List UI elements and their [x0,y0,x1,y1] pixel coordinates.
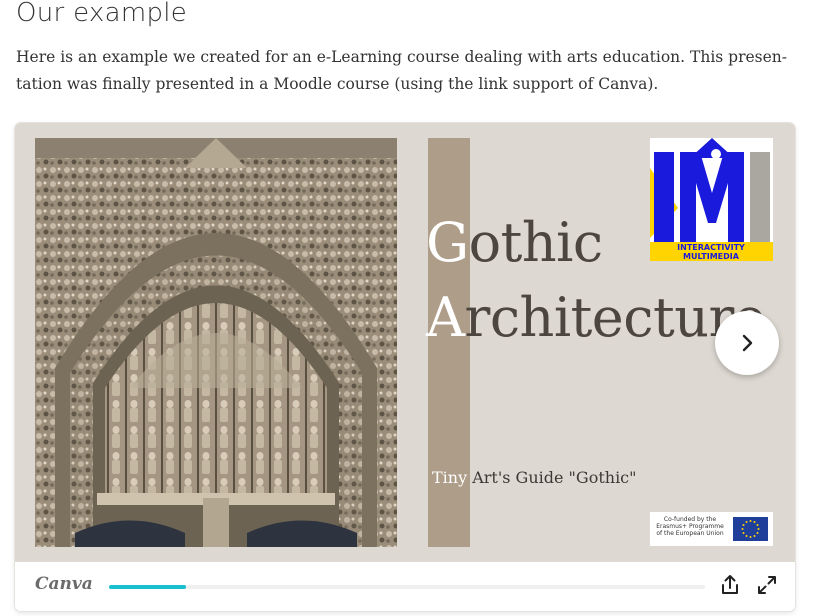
subtitle-highlight: Tiny [432,468,468,487]
eu-text-line3: of the European Union [656,530,724,537]
slide-subtitle: Tiny Art's Guide "Gothic" [432,468,637,487]
section-heading: Our example [16,0,188,28]
intro-paragraph: Here is an example we created for an e-L… [16,48,788,93]
title-initial-a: A [426,286,465,349]
eu-text-line1: Co-funded by the [663,516,717,523]
eu-text-line2: Erasmus+ Programme [656,523,724,530]
chevron-right-icon [742,334,753,352]
share-icon[interactable] [718,573,742,597]
canva-brand-link[interactable]: Canva [35,574,93,594]
slide-progress-bar[interactable] [109,585,705,589]
eu-flag-icon [733,517,768,541]
eu-cofunded-text: Co-funded by the Erasmus+ Programme of t… [652,516,728,537]
title-rest-1: othic [468,211,604,274]
slide-progress-fill [109,585,187,589]
interactivity-multimedia-logo: INTERACTIVITY MULTIMEDIA [650,138,773,261]
next-slide-button[interactable] [715,311,779,375]
presentation-slide: Gothic Architecture Tiny Art's Guide "Go… [15,123,795,562]
canva-embed: Gothic Architecture Tiny Art's Guide "Go… [15,123,795,611]
logo-caption-line2: MULTIMEDIA [683,252,740,261]
gothic-portal-photo [35,138,397,547]
title-initial-g: G [426,211,469,274]
embed-footer: Canva [15,562,795,611]
fullscreen-icon[interactable] [755,573,779,597]
logo-caption-line1: INTERACTIVITY [677,243,745,252]
subtitle-rest: Art's Guide "Gothic" [467,468,637,487]
eu-cofunded-logo: Co-funded by the Erasmus+ Programme of t… [650,512,773,546]
slide-title-line-1: Gothic [426,213,603,273]
